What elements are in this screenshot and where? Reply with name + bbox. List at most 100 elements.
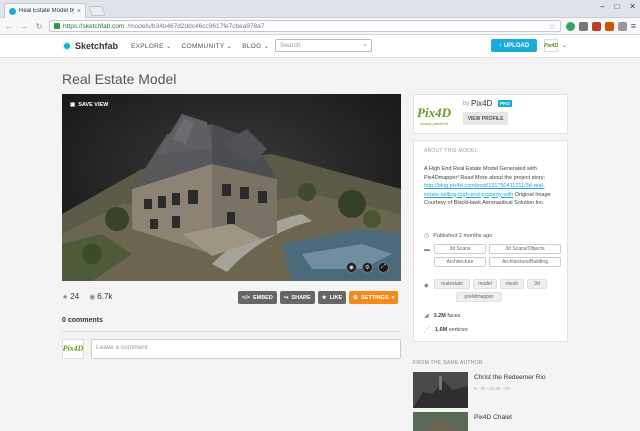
clock-icon: ◷ (424, 233, 430, 239)
code-icon: </> (242, 294, 250, 301)
vertices-stat: ⋰ 1.6M vertices (424, 326, 468, 334)
user-avatar[interactable]: Pix4D (544, 39, 558, 52)
address-bar-row: ← → ↻ https://sketchfab.com/models/b34b4… (0, 18, 640, 35)
embed-button[interactable]: </> EMBED (238, 291, 277, 304)
by-label: by (463, 101, 470, 107)
minimize-icon[interactable]: – (600, 2, 604, 11)
category-tag[interactable]: Architecture (434, 257, 486, 267)
url-field[interactable]: https://sketchfab.com/models/b34b467d2dd… (49, 20, 561, 32)
like-button[interactable]: ★ LIKE (317, 291, 347, 304)
divider (62, 331, 401, 332)
window-controls: – □ ✕ (600, 2, 636, 11)
house-model-render (62, 94, 401, 281)
main-nav: EXPLORE ⌄ COMMUNITY ⌄ BLOG ⌄ (131, 42, 269, 50)
svg-text:Pix4D: Pix4D (417, 105, 452, 120)
vr-icon[interactable]: ⚙ (362, 262, 373, 273)
more-from-author-heading: FROM THE SAME AUTHOR (413, 360, 483, 366)
tag-list: realestate model mesh 3d pix4dmapper (434, 279, 564, 302)
maximize-icon[interactable]: □ (614, 2, 619, 11)
author-name[interactable]: Pix4D (471, 99, 492, 108)
forward-icon[interactable]: → (19, 22, 29, 31)
save-view-button[interactable]: ▣ SAVE VIEW (70, 102, 108, 108)
comments-heading: 0 comments (62, 317, 103, 324)
url-host: https://sketchfab.com (63, 22, 125, 30)
author-card: Pix4D simply powerful by Pix4D PRO VIEW … (413, 94, 568, 134)
pro-badge: PRO (498, 100, 512, 107)
nav-community[interactable]: COMMUNITY ⌄ (182, 42, 233, 50)
eye-icon: ◉ (89, 293, 96, 301)
upload-icon: ↑ (498, 42, 502, 49)
likes-stat: ★ 24 (62, 292, 80, 301)
category-tag[interactable]: Architecture/Building (489, 257, 561, 267)
bookmark-star-icon[interactable]: ☆ (549, 22, 556, 31)
browser-tab-bar: Real Estate Model by Pix... × – □ ✕ (0, 0, 640, 18)
chevron-down-icon[interactable]: ⌄ (562, 42, 567, 49)
model-title: Real Estate Model (62, 71, 177, 87)
related-model-card[interactable]: Pix4D Chalet (413, 412, 568, 431)
tag-item[interactable]: 3d (527, 279, 547, 289)
model-thumbnail (413, 372, 468, 408)
tag-item[interactable]: pix4dmapper (456, 292, 502, 302)
share-button[interactable]: ↪ SHARE (279, 291, 315, 304)
views-stat: ◉ 6.7k (89, 292, 113, 301)
sketchfab-logo-icon (62, 41, 72, 51)
gmail-icon[interactable] (591, 21, 601, 31)
about-model-card: ABOUT THIS MODEL A High End Real Estate … (413, 140, 568, 342)
model-description: A High End Real Estate Model Generated w… (424, 166, 551, 206)
related-model-meta: 9 · 2k · 21.6k · 72 (474, 386, 510, 391)
category-list: 3d Scans 3d Scans/Objects Architecture A… (434, 244, 564, 267)
extension-icon-3[interactable] (617, 21, 627, 31)
star-icon: ★ (321, 294, 327, 301)
commenter-avatar: Pix4D (62, 339, 84, 359)
tag-item[interactable]: model (473, 279, 497, 289)
star-icon: ★ (62, 293, 69, 301)
faces-stat: ◢ 3.2M faces (424, 312, 461, 320)
search-input[interactable]: Search ⌕ (275, 39, 372, 52)
extension-icon[interactable] (578, 21, 588, 31)
category-tag[interactable]: 3d Scans (434, 244, 486, 254)
vertex-icon: ⋰ (424, 327, 430, 333)
tag-item[interactable]: mesh (500, 279, 524, 289)
extensions: ≡ (565, 21, 636, 31)
settings-button[interactable]: ⚙ SETTINGS ▾ (349, 291, 399, 304)
url-path: /models/b34b467d2ddc46cc9617fe7cbea978a7 (127, 22, 265, 30)
model-stats: ★ 24 ◉ 6.7k (62, 292, 112, 301)
tab-title: Real Estate Model by Pix... (19, 8, 74, 14)
category-tag[interactable]: 3d Scans/Objects (489, 244, 561, 254)
logo-text: Sketchfab (75, 41, 119, 51)
new-tab-button[interactable] (88, 6, 106, 16)
reload-icon[interactable]: ↻ (34, 22, 44, 31)
site-header: Sketchfab EXPLORE ⌄ COMMUNITY ⌄ BLOG ⌄ S… (0, 35, 640, 58)
tag-icon: ◆ (424, 283, 429, 289)
model-thumbnail (413, 412, 468, 431)
about-heading: ABOUT THIS MODEL (424, 148, 478, 154)
author-logo[interactable]: Pix4D simply powerful (416, 97, 452, 131)
eye-icon[interactable]: ◉ (346, 262, 357, 273)
close-window-icon[interactable]: ✕ (629, 2, 636, 11)
fullscreen-icon[interactable]: ⤢ (378, 262, 389, 273)
search-placeholder: Search (280, 42, 301, 49)
chevron-down-icon: ▾ (391, 294, 395, 301)
comment-input[interactable]: Leave a comment (91, 339, 401, 359)
upload-button[interactable]: ↑ UPLOAD (491, 39, 537, 52)
view-profile-button[interactable]: VIEW PROFILE (463, 112, 508, 125)
pix4d-logo: Pix4D simply powerful (416, 97, 452, 131)
related-model-card[interactable]: Christ the Redeemer Rio 9 · 2k · 21.6k ·… (413, 372, 568, 408)
model-viewer[interactable]: ▣ SAVE VIEW ◉ ⚙ ⤢ (62, 94, 401, 281)
svg-text:simply powerful: simply powerful (420, 121, 448, 126)
nav-explore[interactable]: EXPLORE ⌄ (131, 42, 172, 50)
svg-text:Pix4D: Pix4D (63, 344, 83, 353)
related-model-title[interactable]: Christ the Redeemer Rio (474, 374, 546, 381)
related-model-title[interactable]: Pix4D Chalet (474, 414, 512, 421)
back-icon[interactable]: ← (4, 22, 14, 31)
extension-shield-icon[interactable] (565, 21, 575, 31)
browser-tab[interactable]: Real Estate Model by Pix... × (4, 3, 86, 18)
close-tab-icon[interactable]: × (77, 8, 81, 15)
sketchfab-logo[interactable]: Sketchfab (62, 41, 118, 51)
nav-blog[interactable]: BLOG ⌄ (242, 42, 269, 50)
browser-menu-icon[interactable]: ≡ (631, 21, 636, 31)
lock-icon (54, 23, 60, 29)
tag-item[interactable]: realestate (434, 279, 470, 289)
extension-icon-2[interactable] (604, 21, 614, 31)
folder-icon: ▬ (424, 247, 430, 253)
